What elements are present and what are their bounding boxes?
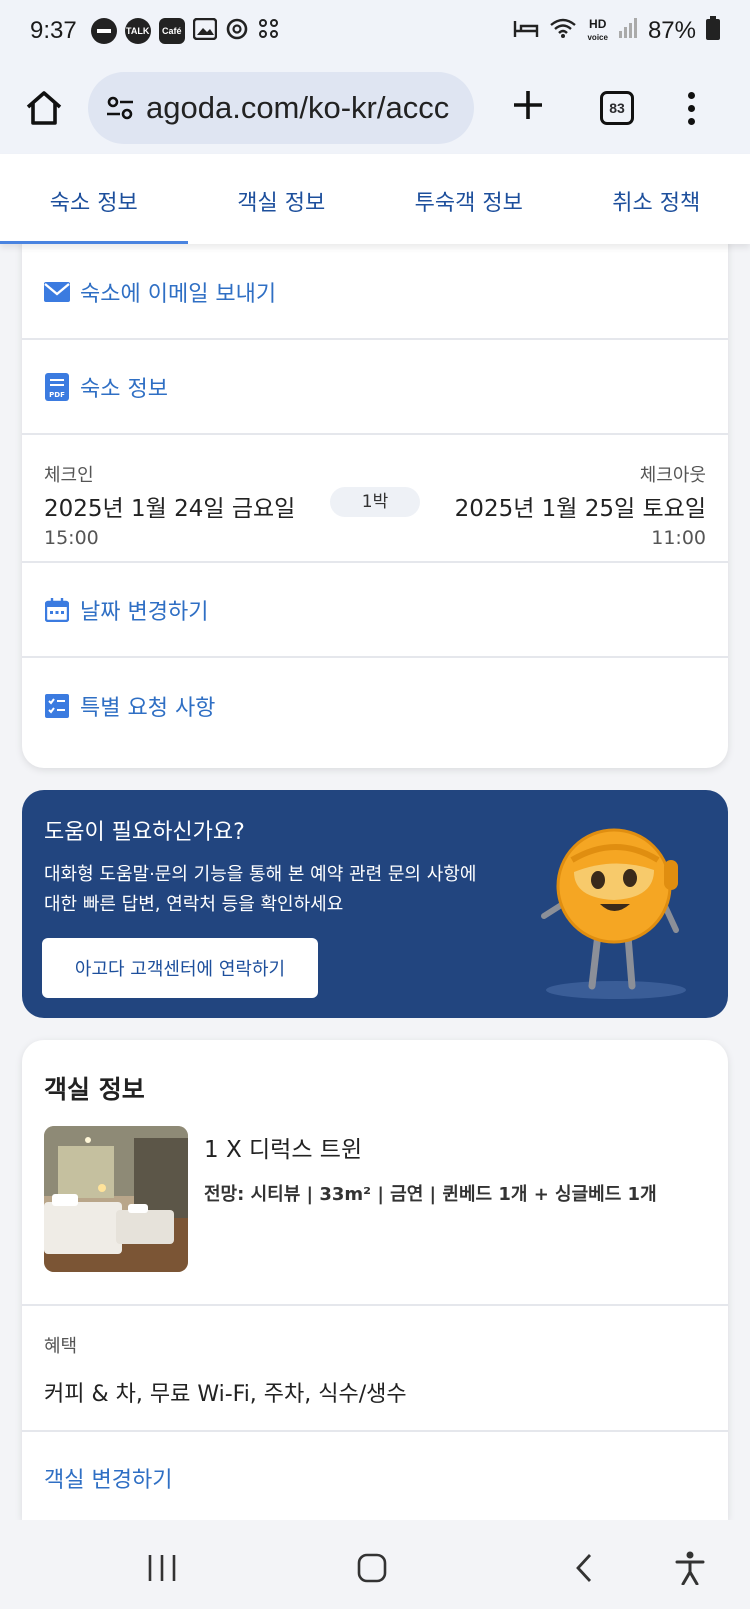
- browser-toolbar: agoda.com/ko-kr/accc 83: [0, 62, 750, 154]
- checkout-label: 체크아웃: [639, 465, 706, 486]
- more-menu-icon[interactable]: [686, 91, 696, 125]
- help-banner: 도움이 필요하신가요? 대화형 도움말·문의 기능을 통해 본 예약 관련 문의…: [22, 790, 728, 1018]
- tab-room-info[interactable]: 객실 정보: [188, 154, 376, 244]
- tab-property-info[interactable]: 숙소 정보: [0, 154, 188, 244]
- help-title: 도움이 필요하신가요?: [44, 820, 245, 845]
- special-requests-label[interactable]: 특별 요청 사항: [80, 690, 215, 722]
- checkout-date: 2025년 1월 25일 토요일: [454, 496, 706, 522]
- back-button[interactable]: [564, 1550, 604, 1586]
- contact-support-button[interactable]: 아고다 고객센터에 연락하기: [42, 938, 318, 998]
- accessibility-button[interactable]: [670, 1550, 710, 1586]
- bed-icon: [513, 17, 539, 46]
- status-time: 9:37: [30, 17, 77, 44]
- threads-icon: [225, 17, 249, 45]
- mascot-illustration: [541, 828, 686, 999]
- property-card: 숙소에 이메일 보내기 PDF 숙소 정보 체크인 2025년 1월 24일 금…: [22, 230, 728, 768]
- room-section-title: 객실 정보: [44, 1075, 145, 1104]
- recent-apps-button[interactable]: [142, 1550, 182, 1586]
- change-room-link[interactable]: 객실 변경하기: [44, 1462, 172, 1494]
- help-description: 대화형 도움말·문의 기능을 통해 본 예약 관련 문의 사항에 대한 빠른 답…: [44, 864, 477, 915]
- tab-guest-info[interactable]: 투숙객 정보: [375, 154, 563, 244]
- email-property-link[interactable]: 숙소에 이메일 보내기: [22, 245, 728, 340]
- stay-dates: 체크인 2025년 1월 24일 금요일 15:00 1박 체크아웃 2025년…: [22, 435, 728, 563]
- home-square-icon: [357, 1553, 387, 1583]
- divider: [22, 1304, 728, 1306]
- home-icon: [26, 91, 62, 125]
- email-property-label[interactable]: 숙소에 이메일 보내기: [80, 276, 276, 308]
- calendar-icon: [44, 597, 70, 623]
- room-details: 전망: 시티뷰 | 33m² | 금연 | 퀸베드 1개 + 싱글베드 1개: [204, 1184, 657, 1205]
- site-settings-icon[interactable]: [106, 94, 134, 122]
- battery-percent: 87%: [647, 17, 696, 44]
- perks-label: 혜택: [44, 1336, 78, 1357]
- section-tabs: 숙소 정보 객실 정보 투숙객 정보 취소 정책: [0, 154, 750, 244]
- url-text[interactable]: agoda.com/ko-kr/accc: [146, 90, 449, 126]
- checkout-time: 11:00: [651, 527, 706, 549]
- checklist-icon: [44, 693, 70, 719]
- cafe-icon: Café: [158, 18, 185, 44]
- plus-icon: [514, 91, 542, 119]
- room-info-card: 객실 정보 1 X 디럭스 트윈 전망: 시티뷰 | 33m² | 금연 | 퀸…: [22, 1040, 728, 1520]
- system-nav-bar: [0, 1520, 750, 1609]
- back-chevron-icon: [576, 1554, 592, 1582]
- signal-icon: [618, 17, 638, 46]
- checkin-date: 2025년 1월 24일 금요일: [44, 496, 296, 522]
- wifi-icon: [549, 17, 577, 46]
- perks-value: 커피 & 차, 무료 Wi-Fi, 주차, 식수/생수: [44, 1382, 407, 1407]
- hd-voice-badge: HD voice: [587, 18, 607, 44]
- recent-apps-icon: [148, 1555, 176, 1581]
- system-indicators: HD voice 87%: [513, 15, 720, 47]
- hd-label: HD: [589, 17, 607, 31]
- talk-icon: TALK: [124, 18, 151, 44]
- accessibility-icon: [675, 1551, 705, 1585]
- property-info-link[interactable]: PDF 숙소 정보: [22, 340, 728, 435]
- room-photo[interactable]: [44, 1126, 188, 1272]
- pdf-icon: PDF: [44, 372, 70, 401]
- address-bar[interactable]: agoda.com/ko-kr/accc: [88, 72, 474, 144]
- mail-icon: [44, 279, 70, 305]
- new-tab-button[interactable]: [506, 86, 550, 130]
- tab-switcher-button[interactable]: 83: [600, 91, 634, 125]
- change-dates-label[interactable]: 날짜 변경하기: [80, 594, 208, 626]
- checkin-time: 15:00: [44, 527, 99, 549]
- change-dates-link[interactable]: 날짜 변경하기: [22, 563, 728, 658]
- checkin-label: 체크인: [44, 465, 94, 486]
- battery-icon: [706, 15, 720, 47]
- tab-cancellation-policy[interactable]: 취소 정책: [563, 154, 750, 244]
- pdf-badge-text: PDF: [49, 391, 65, 399]
- image-icon: [192, 17, 217, 44]
- minus-circle-icon: [90, 18, 117, 44]
- status-bar: 9:37 TALK Café HD voice 87%: [0, 0, 750, 62]
- grid-icon: [257, 17, 281, 45]
- special-requests-link[interactable]: 특별 요청 사항: [22, 658, 728, 753]
- room-name: 1 X 디럭스 트윈: [204, 1137, 363, 1163]
- voice-label: voice: [587, 33, 608, 42]
- home-button[interactable]: [22, 86, 66, 130]
- divider: [22, 1430, 728, 1432]
- notification-icons: TALK Café: [90, 17, 281, 45]
- property-info-label[interactable]: 숙소 정보: [80, 371, 168, 403]
- home-nav-button[interactable]: [352, 1550, 392, 1586]
- nights-badge: 1박: [330, 487, 420, 517]
